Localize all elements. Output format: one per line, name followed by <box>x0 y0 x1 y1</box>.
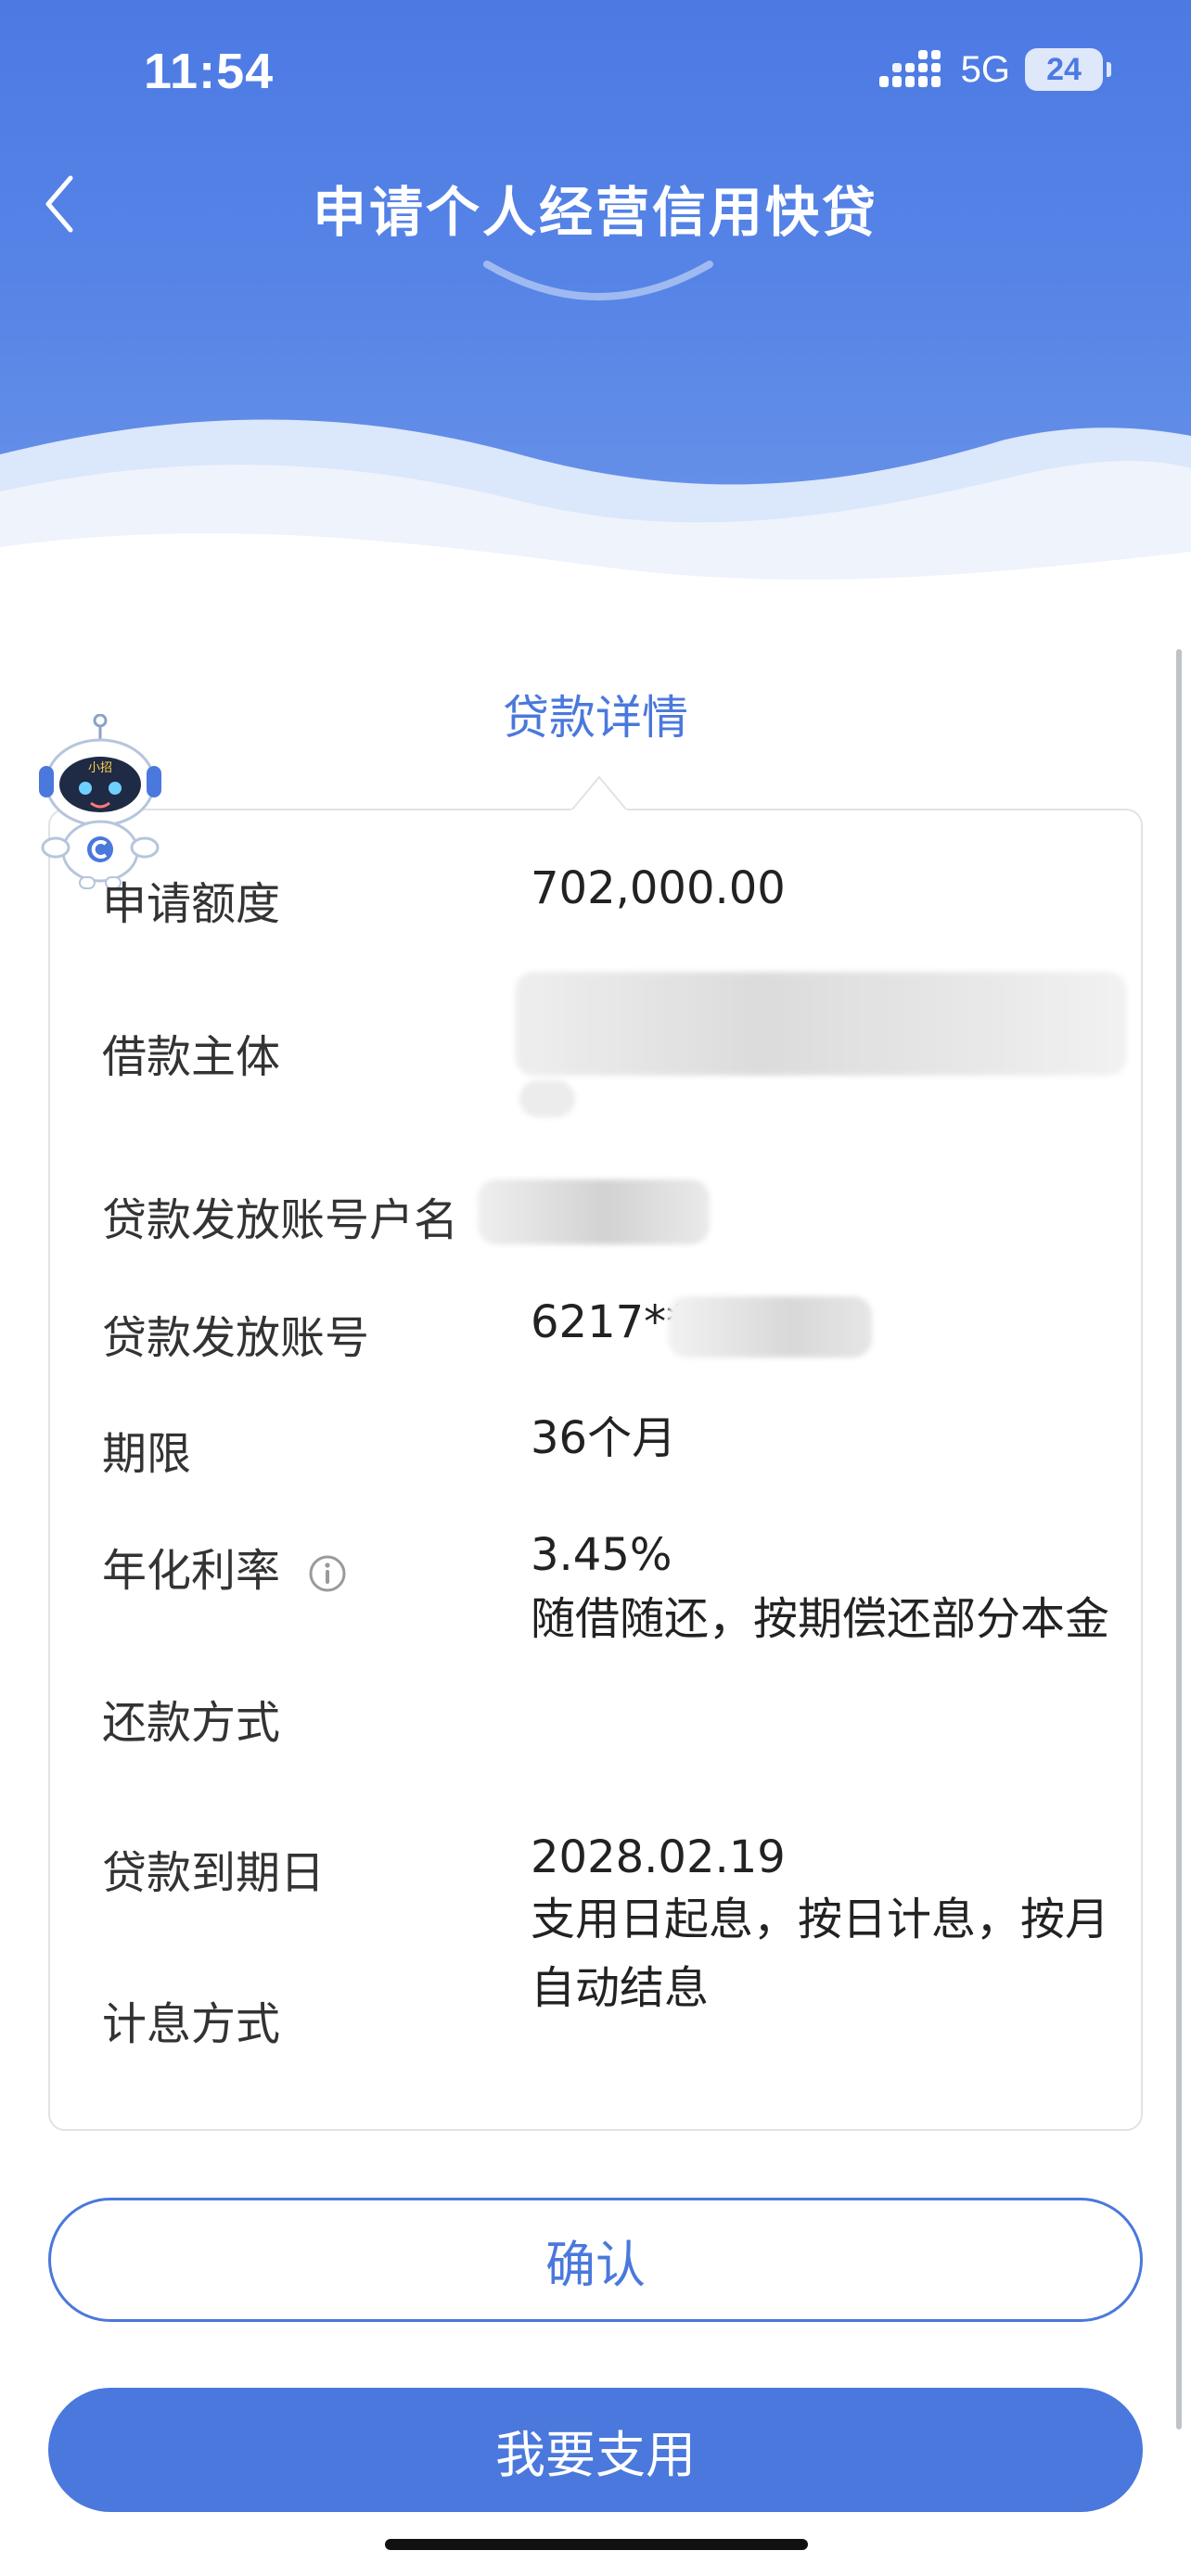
detail-label: 借款主体 <box>102 1031 281 1083</box>
status-time: 11:54 <box>144 44 275 99</box>
detail-label: 还款方式 <box>102 1697 281 1749</box>
card-notch <box>571 775 627 812</box>
robot-assistant-icon[interactable]: 小招 <box>35 714 165 890</box>
section-title: 贷款详情 <box>503 691 688 745</box>
redacted-borrower <box>515 972 1127 1076</box>
loan-application-page: 11:54 5G 24 申请个人经营信用快贷 贷款详情 小招 申请额度 702,… <box>0 0 1191 2576</box>
detail-value: 2028.02.19 <box>531 1831 786 1883</box>
status-indicators: 5G 24 <box>878 46 1111 93</box>
confirm-button[interactable]: 确认 <box>48 2198 1143 2322</box>
detail-label: 年化利率 <box>102 1534 347 1599</box>
detail-value: 36个月 <box>531 1412 677 1464</box>
detail-value: 3.45% <box>531 1529 672 1581</box>
header-arc-decoration <box>483 261 713 300</box>
battery-tip <box>1107 62 1111 77</box>
detail-label: 计息方式 <box>102 1998 281 2050</box>
signal-icon <box>878 50 941 87</box>
robot-badge: 小招 <box>88 761 112 775</box>
redacted-borrower-line2 <box>519 1080 575 1117</box>
detail-label: 贷款发放账号 <box>102 1312 370 1364</box>
rate-label-text: 年化利率 <box>102 1545 281 1597</box>
redacted-account-name <box>478 1180 710 1244</box>
detail-value: 支用日起息，按日计息，按月自动结息 <box>531 1894 1110 2014</box>
info-icon[interactable] <box>308 1554 347 1593</box>
page-title: 申请个人经营信用快贷 <box>312 181 878 244</box>
detail-value: 随借随还，按期偿还部分本金 <box>531 1593 1110 1645</box>
detail-label: 贷款发放账号户名 <box>102 1194 459 1246</box>
withdraw-button[interactable]: 我要支用 <box>48 2388 1143 2512</box>
network-type: 5G <box>960 48 1010 90</box>
detail-value: 702,000.00 <box>531 862 786 914</box>
scrollbar[interactable] <box>1176 649 1182 2429</box>
redacted-account-number <box>668 1296 872 1358</box>
header-wave-decoration <box>0 419 1191 658</box>
battery-level: 24 <box>1046 51 1082 87</box>
detail-label: 申请额度 <box>102 878 281 930</box>
detail-label: 贷款到期日 <box>102 1847 326 1899</box>
detail-label: 期限 <box>102 1428 192 1480</box>
battery-icon: 24 <box>1025 48 1111 91</box>
home-indicator[interactable] <box>385 2539 808 2550</box>
